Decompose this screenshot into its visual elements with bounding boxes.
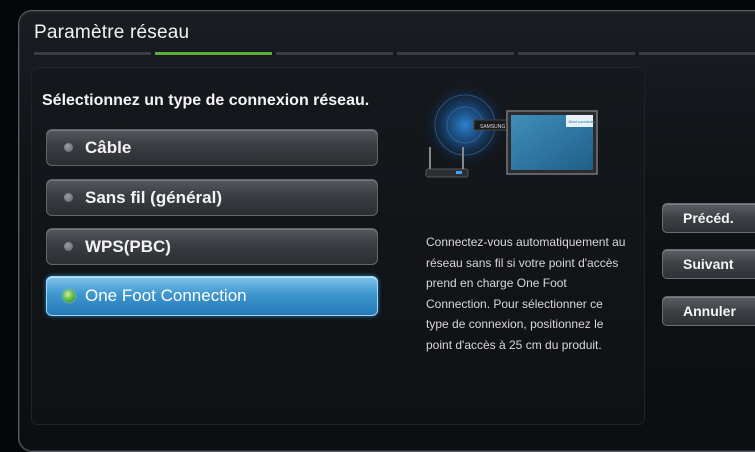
radio-dot-icon xyxy=(64,143,73,152)
page-title: Paramètre réseau xyxy=(34,22,190,43)
svg-text:1foot connection: 1foot connection xyxy=(568,119,597,124)
option-cable[interactable]: Câble xyxy=(46,129,378,166)
one-foot-connection-illustration: SAMSUNG 1foot connection xyxy=(421,85,598,178)
progress-step-5 xyxy=(518,52,635,55)
samsung-device-icon: SAMSUNG xyxy=(473,119,509,131)
option-label: Sans fil (général) xyxy=(85,187,222,207)
previous-button[interactable]: Précéd. xyxy=(662,203,755,233)
radio-dot-icon xyxy=(64,242,73,251)
radio-dot-selected-icon xyxy=(63,290,75,302)
radio-dot-icon xyxy=(64,193,73,202)
option-label: Câble xyxy=(85,137,132,157)
next-button[interactable]: Suivant xyxy=(662,249,755,279)
option-wps-pbc[interactable]: WPS(PBC) xyxy=(46,228,378,265)
connection-type-prompt: Sélectionnez un type de connexion réseau… xyxy=(42,92,370,109)
step-progress-bar xyxy=(34,52,755,55)
progress-step-3 xyxy=(276,52,393,55)
option-label: WPS(PBC) xyxy=(85,236,171,256)
svg-text:SAMSUNG: SAMSUNG xyxy=(480,124,505,130)
tv-screen-icon: 1foot connection xyxy=(506,110,598,175)
option-label: One Foot Connection xyxy=(85,286,247,305)
cancel-button[interactable]: Annuler xyxy=(662,296,755,326)
progress-step-4 xyxy=(397,52,514,55)
option-wireless-general[interactable]: Sans fil (général) xyxy=(46,179,378,216)
option-one-foot-connection[interactable]: One Foot Connection xyxy=(46,276,378,316)
progress-step-1 xyxy=(34,52,151,55)
progress-step-6 xyxy=(639,52,755,55)
connection-description: Connectez-vous automatiquement au réseau… xyxy=(426,235,626,352)
progress-step-2 xyxy=(155,52,272,55)
